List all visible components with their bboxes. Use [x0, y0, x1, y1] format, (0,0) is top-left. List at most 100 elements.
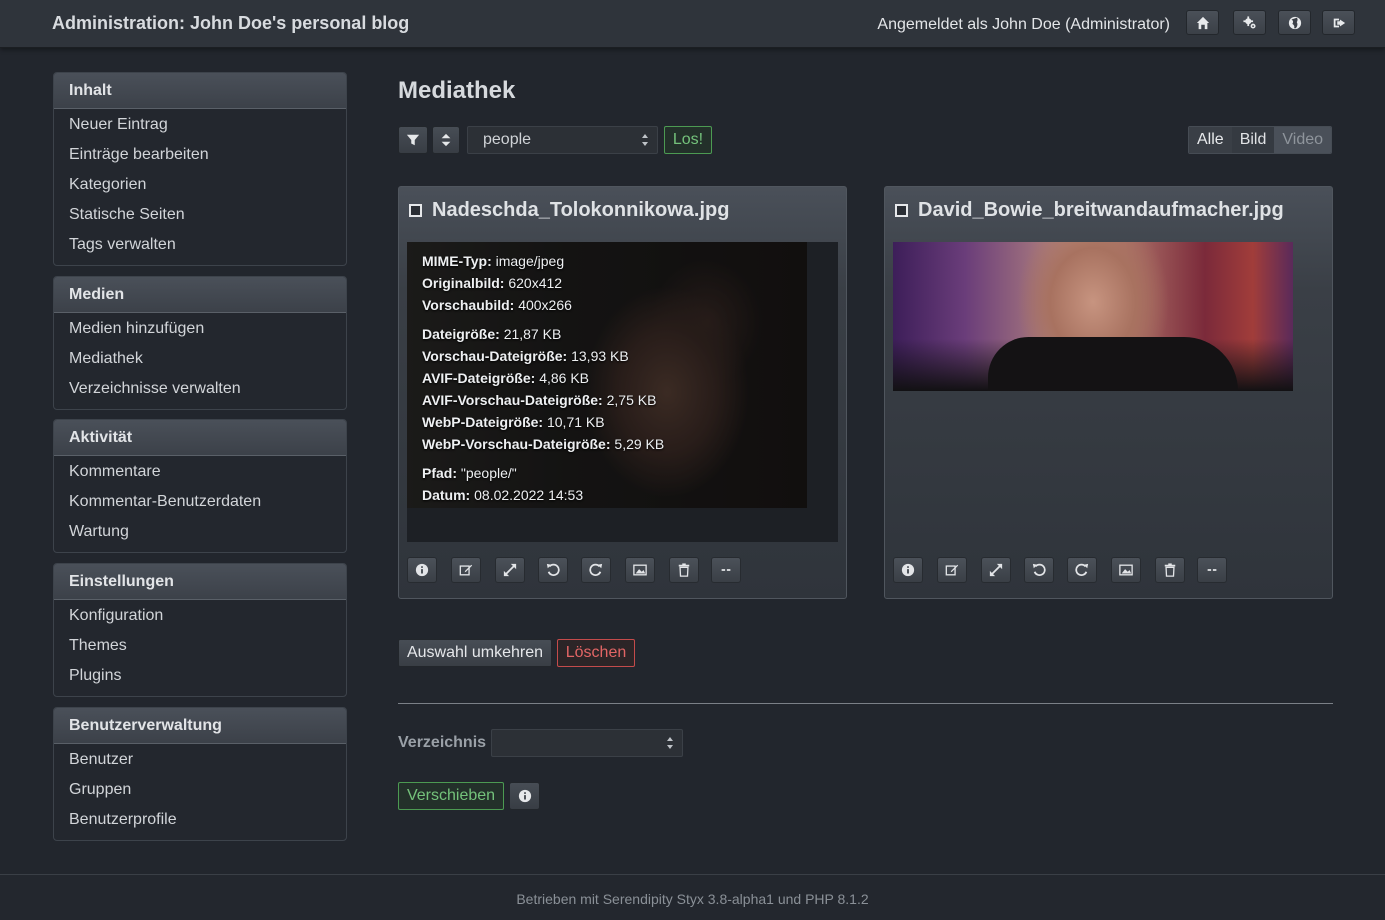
- media-select-checkbox[interactable]: [409, 204, 422, 217]
- info-icon: [518, 789, 531, 803]
- sidebar-section-title: Medien: [54, 277, 346, 313]
- login-status: Angemeldet als John Doe (Administrator): [877, 16, 1170, 33]
- resize-icon: [503, 563, 517, 577]
- more-icon: [721, 569, 731, 571]
- sidebar-item-categories[interactable]: Kategorien: [54, 171, 346, 201]
- resize-icon: [989, 563, 1003, 577]
- media-filename: David_Bowie_breitwandaufmacher.jpg: [918, 199, 1284, 221]
- view-blog-button[interactable]: [1278, 10, 1311, 35]
- cogs-icon: [1242, 15, 1256, 29]
- media-image-button[interactable]: [1111, 557, 1141, 583]
- sidebar-item-user-profiles[interactable]: Benutzerprofile: [54, 806, 346, 836]
- invert-selection-button[interactable]: Auswahl umkehren: [398, 639, 552, 667]
- globe-icon: [1288, 16, 1301, 29]
- footer: Betrieben mit Serendipity Styx 3.8-alpha…: [0, 874, 1385, 920]
- media-edit-button[interactable]: [937, 557, 967, 583]
- media-rotate-right-button[interactable]: [1067, 557, 1097, 583]
- move-button[interactable]: Verschieben: [398, 782, 504, 810]
- sidebar-section-settings: Einstellungen Konfiguration Themes Plugi…: [53, 563, 347, 697]
- page-title: Mediathek: [398, 77, 516, 104]
- media-more-button[interactable]: [1197, 557, 1227, 583]
- sidebar-section-title: Inhalt: [54, 73, 346, 109]
- image-icon: [1119, 564, 1133, 576]
- sidebar-item-manage-directories[interactable]: Verzeichnisse verwalten: [54, 375, 346, 405]
- top-bar: Administration: John Doe's personal blog…: [0, 0, 1385, 48]
- filter-icon: [406, 134, 420, 146]
- directory-select[interactable]: [491, 729, 683, 757]
- sidebar-item-media-library[interactable]: Mediathek: [54, 345, 346, 375]
- sidebar-item-new-entry[interactable]: Neuer Eintrag: [54, 111, 346, 141]
- select-arrows-icon: [667, 737, 673, 749]
- filter-button[interactable]: [398, 126, 428, 154]
- sidebar-item-configuration[interactable]: Konfiguration: [54, 602, 346, 632]
- media-card: David_Bowie_breitwandaufmacher.jpg: [884, 186, 1333, 599]
- media-resize-button[interactable]: [981, 557, 1011, 583]
- sidebar-item-manage-tags[interactable]: Tags verwalten: [54, 231, 346, 261]
- filter-image[interactable]: Bild: [1231, 127, 1275, 153]
- more-icon: [1207, 569, 1217, 571]
- media-filename: Nadeschda_Tolokonnikowa.jpg: [432, 199, 730, 221]
- sidebar-section-content: Inhalt Neuer Eintrag Einträge bearbeiten…: [53, 72, 347, 266]
- filter-video[interactable]: Video: [1274, 127, 1332, 153]
- directory-label: Verzeichnis: [398, 734, 487, 751]
- sidebar-section-title: Einstellungen: [54, 564, 346, 600]
- media-rotate-left-button[interactable]: [538, 557, 568, 583]
- settings-button[interactable]: [1233, 10, 1266, 35]
- media-rotate-left-button[interactable]: [1024, 557, 1054, 583]
- move-info-button[interactable]: [509, 782, 540, 810]
- page-header-title: Administration: John Doe's personal blog: [52, 13, 410, 33]
- image-icon: [633, 564, 647, 576]
- sidebar-section-user-management: Benutzerverwaltung Benutzer Gruppen Benu…: [53, 707, 347, 841]
- media-select-checkbox[interactable]: [895, 204, 908, 217]
- sidebar-item-edit-entries[interactable]: Einträge bearbeiten: [54, 141, 346, 171]
- rotate-left-icon: [1032, 563, 1046, 576]
- media-resize-button[interactable]: [495, 557, 525, 583]
- sidebar-section-activity: Aktivität Kommentare Kommentar-Benutzerd…: [53, 419, 347, 553]
- rotate-left-icon: [546, 563, 560, 576]
- trash-icon: [1164, 563, 1176, 577]
- home-icon: [1196, 16, 1209, 29]
- select-arrows-icon: [642, 134, 648, 146]
- sidebar-item-maintenance[interactable]: Wartung: [54, 518, 346, 548]
- sidebar-item-users[interactable]: Benutzer: [54, 746, 346, 776]
- media-info-button[interactable]: [407, 557, 437, 583]
- sidebar-item-groups[interactable]: Gruppen: [54, 776, 346, 806]
- media-info-button[interactable]: [893, 557, 923, 583]
- sidebar-item-comments[interactable]: Kommentare: [54, 458, 346, 488]
- media-delete-button[interactable]: [1155, 557, 1185, 583]
- media-more-button[interactable]: [711, 557, 741, 583]
- media-thumbnail[interactable]: MIME-Typ: image/jpeg Originalbild: 620x4…: [407, 242, 838, 542]
- footer-text: Betrieben mit Serendipity Styx 3.8-alpha…: [516, 891, 869, 907]
- go-button[interactable]: Los!: [664, 126, 712, 154]
- logout-icon: [1333, 18, 1345, 27]
- sidebar-item-themes[interactable]: Themes: [54, 632, 346, 662]
- logout-button[interactable]: [1322, 10, 1355, 35]
- sidebar-section-title: Benutzerverwaltung: [54, 708, 346, 744]
- folder-select[interactable]: people: [467, 126, 658, 154]
- sidebar-section-title: Aktivität: [54, 420, 346, 456]
- edit-icon: [945, 564, 959, 576]
- media-type-filter: Alle Bild Video: [1188, 126, 1333, 154]
- media-image[interactable]: [893, 242, 1293, 391]
- media-image-button[interactable]: [625, 557, 655, 583]
- edit-icon: [459, 564, 473, 576]
- info-icon: [901, 563, 915, 577]
- sidebar-item-comment-userdata[interactable]: Kommentar-Benutzerdaten: [54, 488, 346, 518]
- media-card: Nadeschda_Tolokonnikowa.jpg MIME-Typ: im…: [398, 186, 847, 599]
- media-edit-button[interactable]: [451, 557, 481, 583]
- info-icon: [415, 563, 429, 577]
- home-button[interactable]: [1186, 10, 1219, 35]
- sidebar-item-add-media[interactable]: Medien hinzufügen: [54, 315, 346, 345]
- filter-all[interactable]: Alle: [1189, 127, 1232, 153]
- trash-icon: [678, 563, 690, 577]
- sidebar-item-static-pages[interactable]: Statische Seiten: [54, 201, 346, 231]
- media-delete-button[interactable]: [669, 557, 699, 583]
- sidebar-item-plugins[interactable]: Plugins: [54, 662, 346, 692]
- rotate-right-icon: [589, 563, 603, 576]
- sort-button[interactable]: [432, 126, 460, 154]
- media-rotate-right-button[interactable]: [581, 557, 611, 583]
- delete-button[interactable]: Löschen: [557, 639, 635, 667]
- sort-icon: [441, 133, 451, 147]
- divider: [398, 703, 1333, 704]
- media-info-overlay: MIME-Typ: image/jpeg Originalbild: 620x4…: [422, 253, 665, 503]
